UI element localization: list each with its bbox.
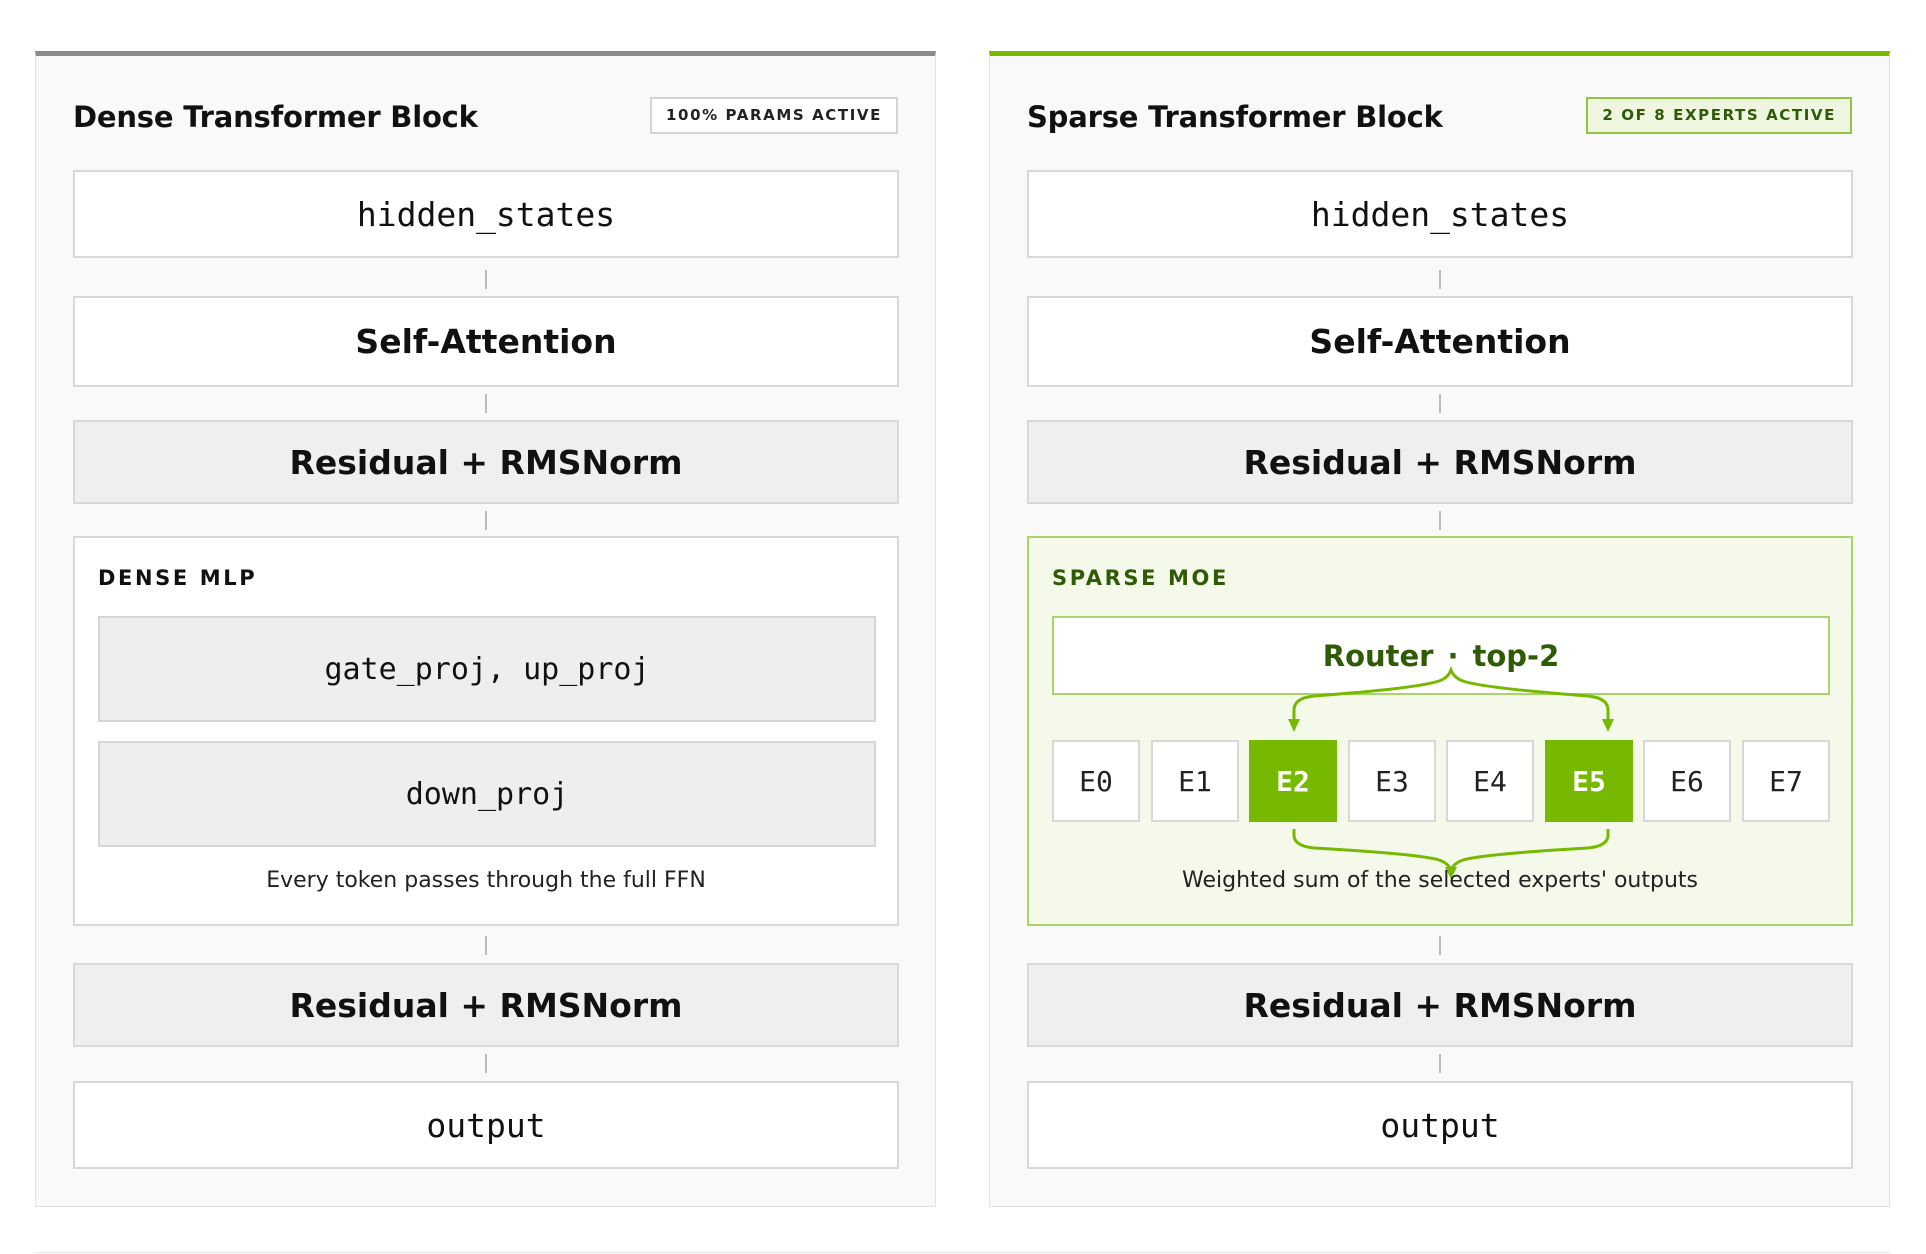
connector-line: [485, 270, 487, 289]
connector-line: [485, 511, 487, 530]
dense-self-attention-box: Self-Attention: [73, 296, 899, 387]
connector-line: [485, 1054, 487, 1073]
footer-divider: [35, 1252, 1891, 1253]
dense-mlp-section: DENSE MLP gate_proj, up_proj down_proj E…: [73, 536, 899, 926]
sparse-transformer-panel: Sparse Transformer Block 2 OF 8 EXPERTS …: [989, 51, 1890, 1207]
connector-line: [1439, 394, 1441, 413]
down-proj-box: down_proj: [98, 741, 876, 847]
connector-line: [485, 936, 487, 955]
dense-transformer-panel: Dense Transformer Block 100% PARAMS ACTI…: [35, 51, 936, 1207]
dense-params-badge: 100% PARAMS ACTIVE: [650, 97, 898, 134]
expert-e4: E4: [1446, 740, 1534, 822]
dense-panel-title: Dense Transformer Block: [73, 100, 478, 134]
experts-row: E0 E1 E2 E3 E4 E5 E6 E7: [1052, 740, 1830, 822]
expert-merge-brace: [1292, 829, 1610, 874]
connector-line: [1439, 270, 1441, 289]
expert-e3: E3: [1348, 740, 1436, 822]
expert-e6: E6: [1643, 740, 1731, 822]
gate-up-proj-box: gate_proj, up_proj: [98, 616, 876, 722]
connector-line: [1439, 936, 1441, 955]
connector-line: [485, 394, 487, 413]
expert-e7: E7: [1742, 740, 1830, 822]
sparse-output-box: output: [1027, 1081, 1853, 1169]
dense-residual-norm-2: Residual + RMSNorm: [73, 963, 899, 1047]
dense-output-box: output: [73, 1081, 899, 1169]
sparse-hidden-states-box: hidden_states: [1027, 170, 1853, 258]
sparse-residual-norm-1: Residual + RMSNorm: [1027, 420, 1853, 504]
dense-mlp-title: DENSE MLP: [98, 566, 258, 590]
sparse-experts-badge: 2 OF 8 EXPERTS ACTIVE: [1586, 97, 1852, 134]
expert-e5: E5: [1545, 740, 1633, 822]
sparse-self-attention-box: Self-Attention: [1027, 296, 1853, 387]
connector-line: [1439, 511, 1441, 530]
sparse-moe-caption: Weighted sum of the selected experts' ou…: [1182, 868, 1698, 893]
router-fanout-brace: [1292, 665, 1610, 722]
expert-e2: E2: [1249, 740, 1337, 822]
arrow-to-e5-icon: [1602, 719, 1614, 732]
connector-line: [1439, 1054, 1441, 1073]
expert-e0: E0: [1052, 740, 1140, 822]
sparse-panel-title: Sparse Transformer Block: [1027, 100, 1443, 134]
dense-residual-norm-1: Residual + RMSNorm: [73, 420, 899, 504]
dense-hidden-states-box: hidden_states: [73, 170, 899, 258]
sparse-moe-section: SPARSE MOE Router · top-2 E0 E1 E2 E3 E4 E5 E6…: [1027, 536, 1853, 926]
dense-mlp-caption: Every token passes through the full FFN: [266, 868, 706, 893]
expert-e1: E1: [1151, 740, 1239, 822]
arrow-to-e2-icon: [1288, 719, 1300, 732]
sparse-residual-norm-2: Residual + RMSNorm: [1027, 963, 1853, 1047]
